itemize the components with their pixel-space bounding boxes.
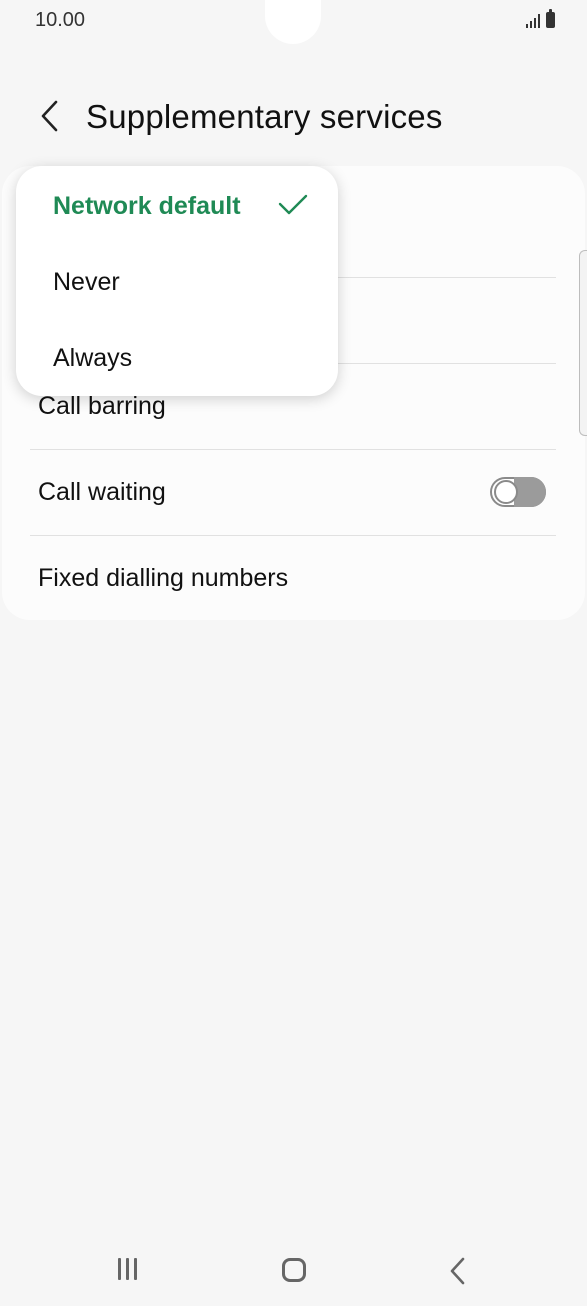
- option-always[interactable]: Always: [16, 320, 338, 396]
- option-network-default[interactable]: Network default: [16, 168, 338, 244]
- option-label: Network default: [53, 191, 241, 220]
- battery-icon: [546, 9, 555, 28]
- status-time: 10.00: [35, 9, 86, 31]
- camera-notch: [265, 0, 321, 44]
- page-title: Supplementary services: [86, 98, 443, 135]
- checkmark-icon: [278, 194, 308, 215]
- back-button[interactable]: [30, 96, 70, 136]
- fixed-dialling-label: Fixed dialling numbers: [38, 563, 289, 592]
- settings-row-call-waiting[interactable]: Call waiting: [30, 449, 556, 536]
- option-label: Always: [53, 343, 133, 372]
- status-bar: 10.00: [0, 0, 587, 44]
- scrollbar[interactable]: [579, 250, 587, 436]
- chevron-left-icon: [41, 100, 58, 132]
- toggle-knob: [494, 480, 518, 504]
- app-header: Supplementary services: [0, 88, 587, 150]
- dropdown-menu: Network default Never Always: [16, 166, 338, 396]
- navigation-bar: [0, 1236, 587, 1306]
- status-icons: [526, 9, 555, 28]
- call-waiting-label: Call waiting: [38, 477, 166, 506]
- toggle-track: [514, 477, 546, 507]
- settings-row-fixed-dialling[interactable]: Fixed dialling numbers: [30, 535, 556, 621]
- signal-icon: [526, 12, 540, 28]
- back-icon[interactable]: [448, 1256, 468, 1286]
- option-never[interactable]: Never: [16, 244, 338, 320]
- phone-screen: 10.00 Supplementary services Call barrin…: [0, 0, 587, 1306]
- option-label: Never: [53, 267, 120, 296]
- home-icon[interactable]: [282, 1258, 306, 1282]
- recents-icon[interactable]: [118, 1258, 137, 1280]
- call-waiting-toggle[interactable]: [490, 477, 546, 507]
